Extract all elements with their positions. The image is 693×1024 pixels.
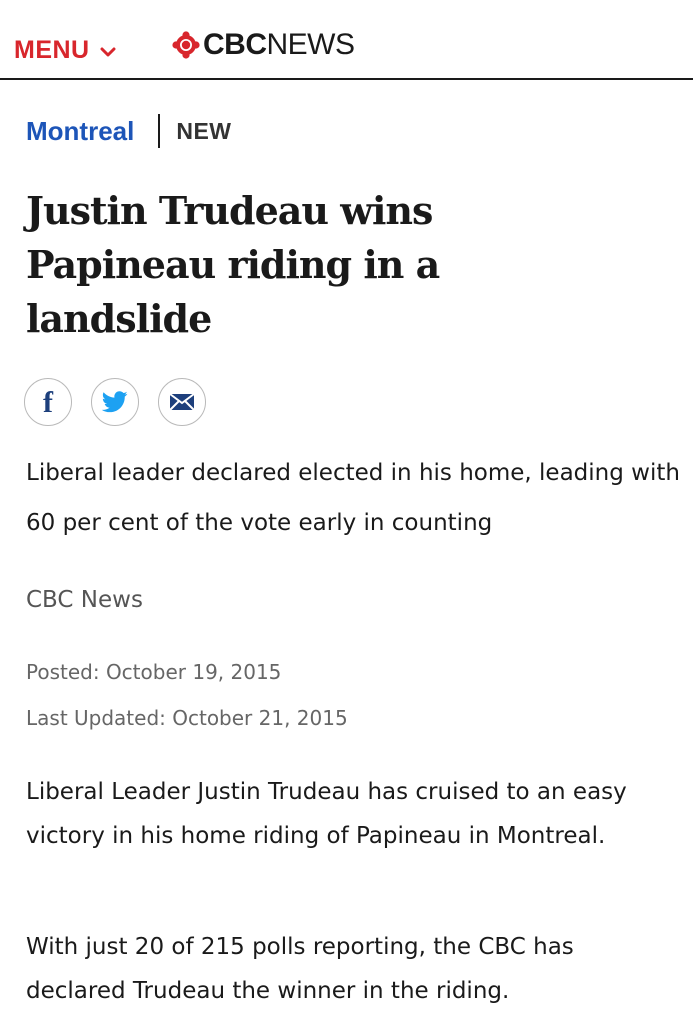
share-email-button[interactable] bbox=[158, 378, 206, 426]
article-paragraph: With just 20 of 215 polls reporting, the… bbox=[26, 934, 574, 1004]
share-bar: f bbox=[24, 378, 225, 426]
posted-date: Posted: October 19, 2015 bbox=[26, 660, 282, 684]
email-icon bbox=[169, 393, 195, 411]
section-divider bbox=[158, 114, 161, 148]
cbc-news-logo[interactable]: CBC NEWS bbox=[172, 28, 355, 62]
share-facebook-button[interactable]: f bbox=[24, 378, 72, 426]
chevron-down-icon bbox=[100, 36, 116, 65]
article-paragraph: Liberal Leader Justin Trudeau has cruise… bbox=[26, 779, 627, 849]
facebook-icon: f bbox=[43, 386, 53, 419]
article-byline: CBC News bbox=[26, 587, 143, 613]
menu-button[interactable]: MENU bbox=[14, 36, 116, 65]
cbc-gem-icon bbox=[172, 31, 200, 59]
logo-news-text: NEWS bbox=[266, 28, 356, 61]
site-header: MENU CBC NEWS bbox=[0, 0, 693, 80]
twitter-icon bbox=[102, 391, 128, 413]
section-link-montreal[interactable]: Montreal bbox=[26, 116, 134, 147]
menu-label: MENU bbox=[14, 36, 90, 64]
section-tag: NEW bbox=[176, 117, 232, 144]
updated-date: Last Updated: October 21, 2015 bbox=[26, 706, 348, 730]
share-twitter-button[interactable] bbox=[91, 378, 139, 426]
logo-cbc-text: CBC bbox=[203, 28, 267, 61]
article-headline: Justin Trudeau wins Papineau riding in a… bbox=[26, 188, 440, 341]
section-breadcrumb: Montreal NEW bbox=[26, 114, 232, 148]
article-deck: Liberal leader declared elected in his h… bbox=[26, 460, 680, 536]
